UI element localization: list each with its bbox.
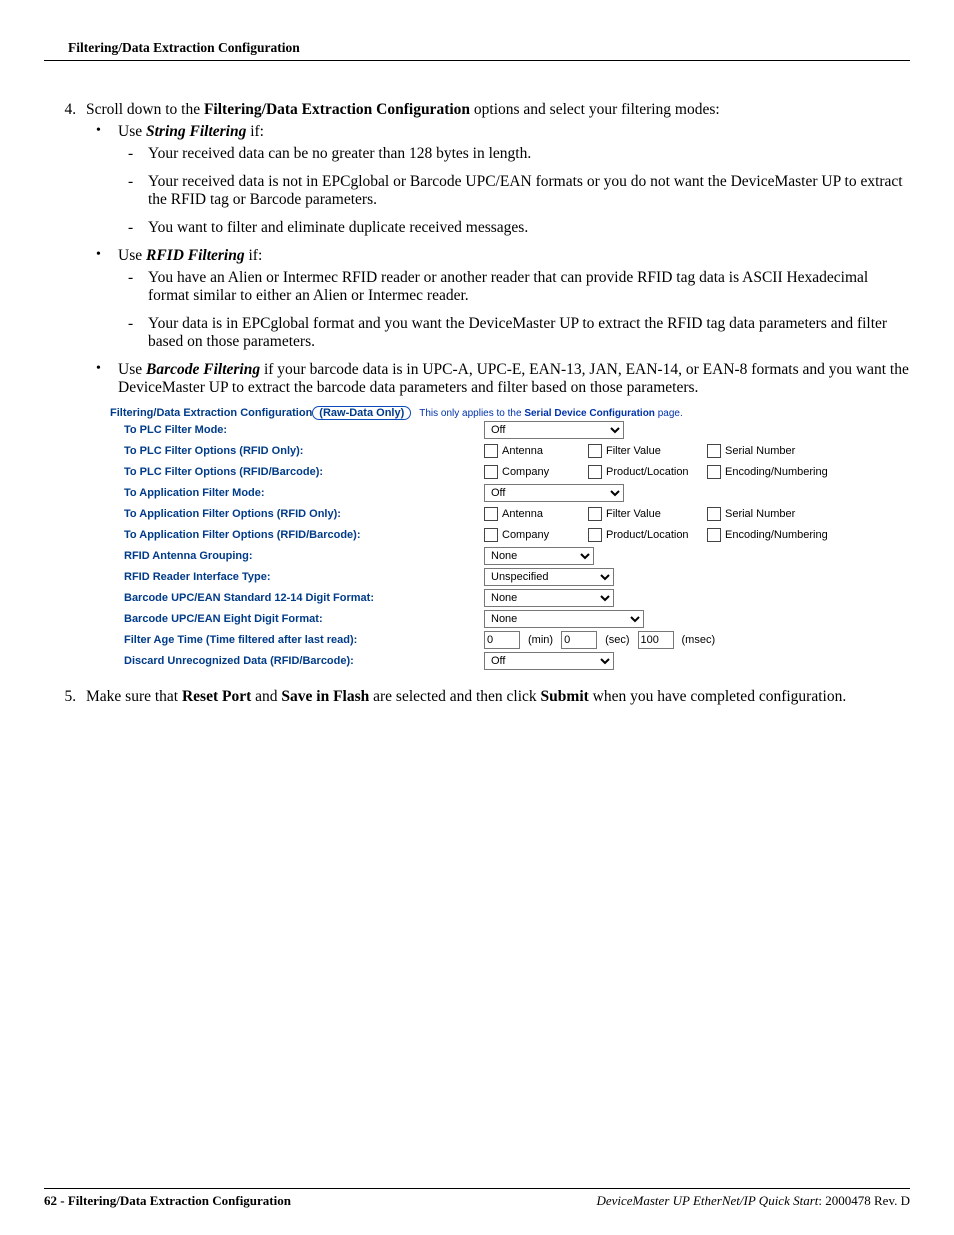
rfid-b1: You have an Alien or Intermec RFID reade…: [118, 269, 910, 305]
label-filter-age-time: Filter Age Time (Time filtered after las…: [124, 634, 484, 646]
t: Scroll down to the: [86, 101, 204, 118]
header-rule: [44, 60, 910, 61]
t: Encoding/Numbering: [725, 529, 828, 541]
checkbox-company-2[interactable]: [484, 528, 498, 542]
t: Use: [118, 361, 146, 378]
select-antenna-grouping[interactable]: None: [484, 547, 594, 565]
unit-sec: (sec): [605, 634, 629, 646]
string-b3: You want to filter and eliminate duplica…: [118, 219, 910, 237]
t: Product/Location: [606, 466, 689, 478]
config-screenshot: Filtering/Data Extraction Configuration(…: [110, 407, 910, 670]
config-title: Filtering/Data Extraction Configuration(…: [110, 407, 419, 419]
raw-data-only-pill: (Raw-Data Only): [312, 406, 411, 420]
input-filter-age-min[interactable]: [484, 631, 520, 649]
t: Filtering/Data Extraction Configuration: [110, 407, 312, 419]
checkbox-encoding-numbering-2[interactable]: [707, 528, 721, 542]
checkbox-product-location-2[interactable]: [588, 528, 602, 542]
select-discard-unrecognized[interactable]: Off: [484, 652, 614, 670]
label-reader-interface-type: RFID Reader Interface Type:: [124, 571, 484, 583]
t: Filter Value: [606, 445, 661, 457]
input-filter-age-sec[interactable]: [561, 631, 597, 649]
select-reader-interface-type[interactable]: Unspecified: [484, 568, 614, 586]
string-b2: Your received data is not in EPCglobal o…: [118, 173, 910, 209]
t: Reset Port: [182, 688, 251, 705]
input-filter-age-msec[interactable]: [638, 631, 674, 649]
t: page.: [655, 408, 683, 419]
t: Barcode Filtering: [146, 361, 260, 378]
t: Use: [118, 247, 146, 264]
page-footer: 62 - Filtering/Data Extraction Configura…: [44, 1188, 910, 1209]
t: Use: [118, 123, 146, 140]
label-plc-rfid-barcode: To PLC Filter Options (RFID/Barcode):: [124, 466, 484, 478]
t: Product/Location: [606, 529, 689, 541]
checkbox-filter-value-2[interactable]: [588, 507, 602, 521]
t: Antenna: [502, 445, 543, 457]
checkbox-company[interactable]: [484, 465, 498, 479]
t: Antenna: [502, 508, 543, 520]
checkbox-serial-number-2[interactable]: [707, 507, 721, 521]
config-title-row: Filtering/Data Extraction Configuration(…: [110, 407, 910, 419]
t: RFID Filtering: [146, 247, 245, 264]
use-string-filtering: Use String Filtering if: Your received d…: [86, 123, 910, 237]
select-upc-12-14[interactable]: None: [484, 589, 614, 607]
footer-right: DeviceMaster UP EtherNet/IP Quick Start:…: [596, 1193, 910, 1209]
t: and: [251, 688, 281, 705]
checkbox-serial-number[interactable]: [707, 444, 721, 458]
t: Company: [502, 529, 549, 541]
t: Encoding/Numbering: [725, 466, 828, 478]
checkbox-antenna[interactable]: [484, 444, 498, 458]
t: DeviceMaster UP EtherNet/IP Quick Start: [596, 1193, 818, 1208]
t: Serial Number: [725, 508, 795, 520]
checkbox-filter-value[interactable]: [588, 444, 602, 458]
t: Serial Device Configuration: [524, 408, 655, 419]
step-4: Scroll down to the Filtering/Data Extrac…: [80, 101, 910, 670]
t: String Filtering: [146, 123, 246, 140]
select-plc-filter-mode[interactable]: Off: [484, 421, 624, 439]
checkbox-encoding-numbering[interactable]: [707, 465, 721, 479]
t: options and select your filtering modes:: [470, 101, 720, 118]
label-discard-unrecognized: Discard Unrecognized Data (RFID/Barcode)…: [124, 655, 484, 667]
label-upc-8: Barcode UPC/EAN Eight Digit Format:: [124, 613, 484, 625]
label-app-rfid-only: To Application Filter Options (RFID Only…: [124, 508, 484, 520]
running-header: Filtering/Data Extraction Configuration: [44, 40, 910, 56]
t: Serial Number: [725, 445, 795, 457]
unit-min: (min): [528, 634, 553, 646]
t: if:: [246, 123, 264, 140]
t: Filtering/Data Extraction Configuration: [204, 101, 470, 118]
label-app-rfid-barcode: To Application Filter Options (RFID/Barc…: [124, 529, 484, 541]
rfid-b2: Your data is in EPCglobal format and you…: [118, 315, 910, 351]
label-plc-filter-mode: To PLC Filter Mode:: [124, 424, 484, 436]
config-note: This only applies to the Serial Device C…: [419, 408, 682, 419]
select-upc-8[interactable]: None: [484, 610, 644, 628]
t: Filter Value: [606, 508, 661, 520]
t: Company: [502, 466, 549, 478]
unit-msec: (msec): [682, 634, 716, 646]
checkbox-antenna-2[interactable]: [484, 507, 498, 521]
select-app-filter-mode[interactable]: Off: [484, 484, 624, 502]
t: Submit: [541, 688, 589, 705]
string-b1: Your received data can be no greater tha…: [118, 145, 910, 163]
t: Save in Flash: [281, 688, 369, 705]
step4-intro: Scroll down to the Filtering/Data Extrac…: [86, 101, 720, 118]
step-5: Make sure that Reset Port and Save in Fl…: [80, 688, 910, 706]
label-plc-rfid-only: To PLC Filter Options (RFID Only):: [124, 445, 484, 457]
footer-left: 62 - Filtering/Data Extraction Configura…: [44, 1193, 291, 1209]
t: are selected and then click: [369, 688, 540, 705]
footer-rule: [44, 1188, 910, 1189]
t: This only applies to the: [419, 408, 524, 419]
checkbox-product-location[interactable]: [588, 465, 602, 479]
label-antenna-grouping: RFID Antenna Grouping:: [124, 550, 484, 562]
page-content: Scroll down to the Filtering/Data Extrac…: [44, 101, 910, 706]
label-app-filter-mode: To Application Filter Mode:: [124, 487, 484, 499]
t: when you have completed configuration.: [589, 688, 846, 705]
label-upc-12-14: Barcode UPC/EAN Standard 12-14 Digit For…: [124, 592, 484, 604]
use-barcode-filtering: Use Barcode Filtering if your barcode da…: [86, 361, 910, 397]
t: if:: [245, 247, 263, 264]
use-rfid-filtering: Use RFID Filtering if: You have an Alien…: [86, 247, 910, 351]
t: Make sure that: [86, 688, 182, 705]
t: : 2000478 Rev. D: [818, 1193, 910, 1208]
